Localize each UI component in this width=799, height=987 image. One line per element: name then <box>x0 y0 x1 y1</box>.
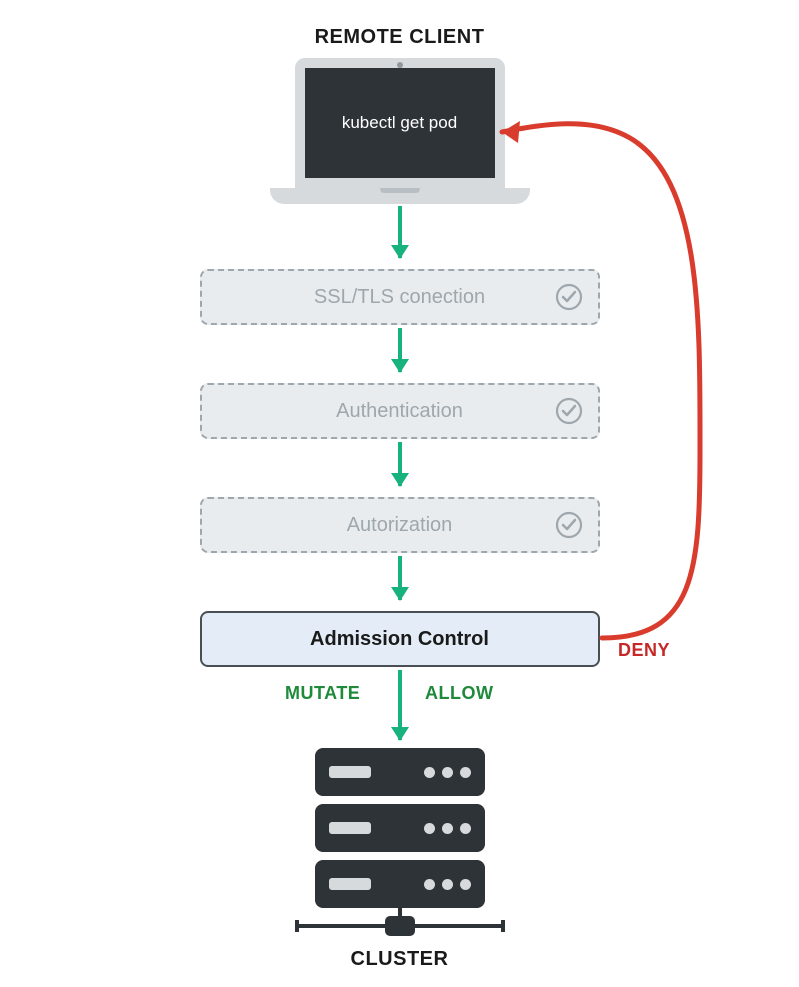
laptop-base <box>270 188 530 204</box>
laptop-icon: kubectl get pod <box>270 58 530 204</box>
stage-label: Autorization <box>347 514 453 537</box>
check-icon <box>554 282 584 312</box>
led-icon <box>442 823 453 834</box>
arrow-authz-to-admission <box>398 556 402 600</box>
laptop-screen: kubectl get pod <box>295 58 505 188</box>
outcome-deny: DENY <box>618 640 670 661</box>
client-command: kubectl get pod <box>342 113 457 133</box>
arrow-ssl-to-auth <box>398 328 402 372</box>
outcome-mutate: MUTATE <box>285 683 360 704</box>
outcome-allow: ALLOW <box>425 683 493 704</box>
title-remote-client: REMOTE CLIENT <box>315 26 485 49</box>
check-icon <box>554 396 584 426</box>
led-icon <box>424 879 435 890</box>
server-unit <box>315 804 485 852</box>
server-cluster-icon <box>315 748 485 938</box>
led-icon <box>460 823 471 834</box>
server-unit <box>315 748 485 796</box>
title-cluster: CLUSTER <box>351 948 449 971</box>
stage-admission-control: Admission Control <box>200 611 600 667</box>
led-icon <box>424 823 435 834</box>
arrow-client-to-ssl <box>398 206 402 258</box>
led-icon <box>442 879 453 890</box>
led-icon <box>460 879 471 890</box>
stage-label: Admission Control <box>310 628 489 651</box>
stage-authorization: Autorization <box>200 497 600 553</box>
stage-label: Authentication <box>336 400 463 423</box>
led-icon <box>442 767 453 778</box>
server-network-icon <box>315 908 485 938</box>
check-icon <box>554 510 584 540</box>
server-unit <box>315 860 485 908</box>
stage-ssl-tls: SSL/TLS conection <box>200 269 600 325</box>
led-icon <box>460 767 471 778</box>
stage-label: SSL/TLS conection <box>314 286 485 309</box>
stage-authentication: Authentication <box>200 383 600 439</box>
request-flow-diagram: REMOTE CLIENT kubectl get pod SSL/TLS co… <box>0 0 799 987</box>
led-icon <box>424 767 435 778</box>
arrow-auth-to-authz <box>398 442 402 486</box>
arrow-admission-to-cluster <box>398 670 402 740</box>
